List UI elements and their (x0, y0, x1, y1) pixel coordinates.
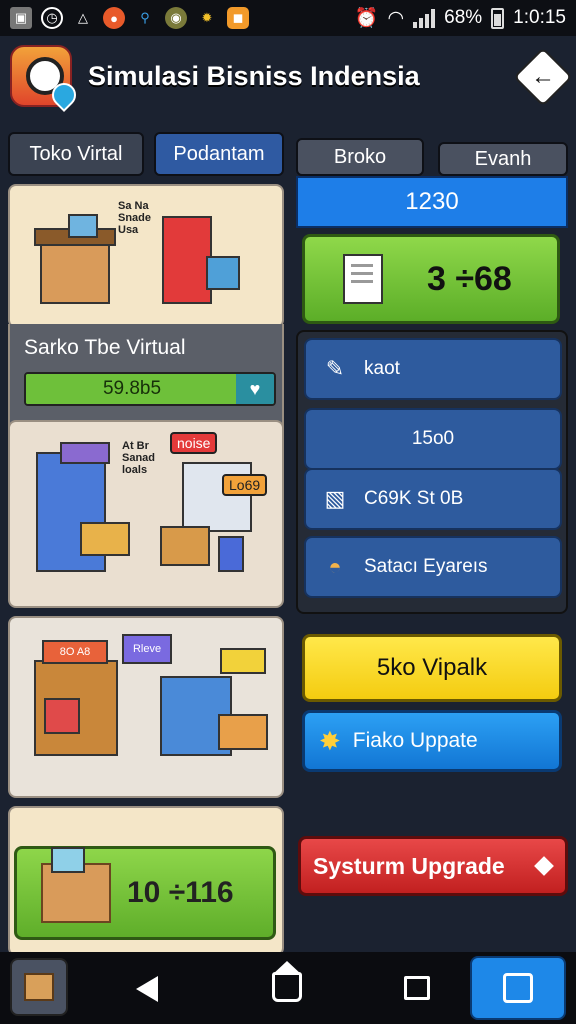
tab-podantam[interactable]: Podantam (154, 132, 284, 176)
back-triangle-icon[interactable] (136, 976, 158, 1002)
key-icon: ⚲ (140, 10, 150, 25)
crate-illustration (206, 256, 240, 290)
update-button-label: Fiako Uppate (352, 729, 478, 752)
box-icon: ▧ (324, 486, 346, 511)
app-icon-2: ◉ (165, 7, 187, 29)
signal-icon (413, 8, 436, 28)
vipalk-button[interactable]: 5ko Vipalk (302, 634, 562, 702)
list-item-kaot[interactable]: ✎ kaot (304, 338, 562, 400)
list-item-label: kaot (364, 358, 400, 379)
diamond-icon (534, 856, 554, 876)
app-icon-3: ◼ (227, 7, 249, 29)
store-illustration-card-2[interactable]: At Br Sanad loals noise Lo69 (8, 420, 284, 608)
noise-sign: noise (170, 432, 218, 454)
arrow-left-icon: ← (531, 63, 555, 90)
system-upgrade-button[interactable]: Systurm Upgrade (298, 836, 568, 896)
store-progress-bar: 59.8b5 ♥ (24, 372, 276, 406)
app-icon-1: ● (103, 7, 125, 29)
collect-value: 10 ÷116 (127, 876, 234, 909)
income-value: 3 ÷68 (427, 259, 512, 298)
box-icon (24, 973, 54, 1001)
gear-icon: ✹ (201, 10, 213, 25)
list-item-label: Satacı Eyareıs (364, 556, 488, 577)
kiosk-illustration (162, 216, 212, 304)
shop-sign-2: At Br Sanad loals (122, 440, 156, 477)
app-header: Simulasi Bisniss Indensia ← (0, 36, 576, 116)
booth-illustration (182, 462, 252, 532)
home-icon[interactable] (272, 961, 302, 1002)
cart-illustration (218, 536, 244, 572)
recent-apps-icon[interactable] (404, 976, 430, 1000)
app-logo (10, 45, 72, 107)
page-title: Simulasi Bisniss Indensia (88, 60, 420, 91)
heart-icon[interactable]: ♥ (236, 374, 274, 404)
sync-icon: ◷ (41, 7, 63, 29)
update-button[interactable]: ✸ Fiako Uppate (302, 710, 562, 772)
store-front-sign: 8O A8 (42, 640, 108, 664)
share-icon (503, 973, 533, 1003)
food-icon: ◓ (328, 554, 342, 579)
tab-evanh[interactable]: Evanh (438, 142, 568, 176)
navigation-bar (0, 952, 576, 1024)
list-item-food[interactable]: ◓ Satacı Eyareıs (304, 536, 562, 598)
collect-button[interactable]: 10 ÷116 (14, 846, 276, 940)
store-side-sign: Rleve (122, 634, 172, 664)
store-title: Sarko Tbe Virtual (24, 336, 186, 359)
battery-icon (491, 7, 505, 29)
alarm-icon: ⏰ (354, 8, 379, 29)
notification-icons: ▣ ◷ △ ● ⚲ ◉ ✹ ◼ (10, 7, 249, 29)
tab-broko[interactable]: Broko (296, 138, 424, 176)
balance-header: 1230 (296, 176, 568, 228)
shop-app-button[interactable] (10, 958, 68, 1016)
clock: 1:0:15 (513, 7, 566, 28)
back-button[interactable]: ← (513, 47, 573, 107)
battery-percent: 68% (444, 7, 483, 28)
system-upgrade-label: Systurm Upgrade (313, 852, 505, 879)
sun-gear-icon: ✸ (319, 725, 341, 756)
shop-screen (68, 214, 98, 238)
list-item-stock[interactable]: ▧ C69K St 0B (304, 468, 562, 530)
store-panel: Sarko Tbe Virtual 59.8b5 ♥ (8, 324, 284, 428)
shop-sign: Sa Na Snade Usa (118, 200, 152, 237)
tag-icon: ✎ (325, 356, 345, 381)
store-illustration-card-1[interactable]: Sa Na Snade Usa (8, 184, 284, 328)
share-button[interactable] (470, 956, 566, 1020)
stats-list: ✎ kaot 15o0 ▧ C69K St 0B ◓ Satacı Eyareı… (296, 330, 568, 614)
counter-illustration (160, 526, 210, 566)
document-icon (343, 254, 383, 304)
tab-toko-virtal[interactable]: Toko Virtal (8, 132, 144, 176)
store-front-box (44, 698, 80, 734)
stall-crate (218, 714, 268, 750)
progress-value: 59.8b5 (102, 378, 162, 399)
wifi-icon: ◠ (387, 7, 405, 29)
list-item-value[interactable]: 15o0 (304, 408, 562, 470)
shop-illustration (40, 240, 110, 304)
box-illustration (80, 522, 130, 556)
stall-sign (220, 648, 266, 674)
list-item-label: 15o0 (411, 428, 455, 449)
cash-register-icon (41, 847, 111, 923)
income-button[interactable]: 3 ÷68 (302, 234, 560, 324)
warning-icon: △ (78, 10, 88, 25)
shelf-sign (60, 442, 110, 464)
booth-sign: Lo69 (222, 474, 268, 496)
status-bar: ▣ ◷ △ ● ⚲ ◉ ✹ ◼ ⏰ ◠ 68% 1:0:15 (0, 0, 576, 36)
gallery-icon: ▣ (10, 7, 32, 29)
store-illustration-card-3[interactable]: 8O A8 Rleve (8, 616, 284, 798)
list-item-label: C69K St 0B (364, 488, 464, 509)
